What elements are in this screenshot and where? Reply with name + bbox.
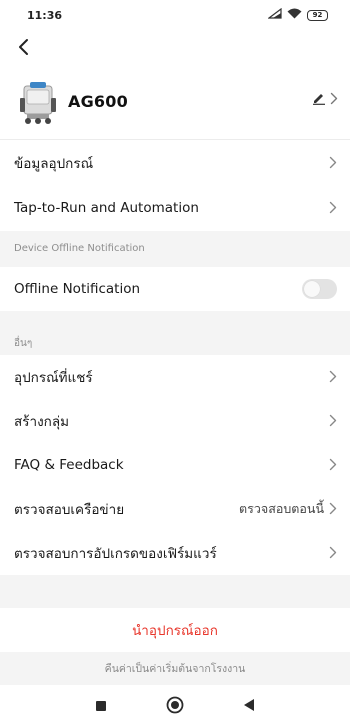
network-check-value: ตรวจสอบตอนนี้	[239, 501, 324, 516]
wifi-icon	[287, 8, 302, 22]
chevron-right-icon	[329, 544, 337, 563]
status-bar: 11:36 92	[0, 0, 350, 30]
chevron-right-icon	[329, 456, 337, 475]
remove-device-button[interactable]: นำอุปกรณ์ออก	[0, 608, 350, 652]
chevron-right-icon	[329, 154, 337, 173]
tap-to-run-row[interactable]: Tap-to-Run and Automation	[0, 186, 350, 230]
section-header-offline: Device Offline Notification	[0, 231, 350, 267]
firmware-check-row[interactable]: ตรวจสอบการอัปเกรดของเฟิร์มแวร์	[0, 531, 350, 575]
home-circle-icon	[166, 696, 184, 718]
offline-notification-toggle[interactable]	[302, 279, 337, 299]
firmware-check-label: ตรวจสอบการอัปเกรดของเฟิร์มแวร์	[14, 546, 217, 562]
system-nav-bar	[0, 685, 350, 728]
shared-devices-label: อุปกรณ์ที่แชร์	[14, 370, 93, 386]
offline-notification-row: Offline Notification	[0, 267, 350, 311]
triangle-back-icon	[243, 697, 255, 716]
offline-notification-label: Offline Notification	[14, 281, 141, 297]
shared-devices-row[interactable]: อุปกรณ์ที่แชร์	[0, 355, 350, 399]
divider	[0, 139, 350, 140]
nav-bar	[0, 32, 350, 66]
chevron-right-icon	[329, 368, 337, 387]
create-group-label: สร้างกลุ่ม	[14, 414, 70, 430]
faq-feedback-row[interactable]: FAQ & Feedback	[0, 443, 350, 487]
network-check-right: ตรวจสอบตอนนี้	[239, 499, 337, 519]
recent-apps-button[interactable]	[92, 698, 110, 716]
section-title-offline: Device Offline Notification	[14, 243, 145, 254]
faq-feedback-label: FAQ & Feedback	[14, 457, 124, 473]
home-button[interactable]	[166, 696, 184, 718]
device-info-label: ข้อมูลอุปกรณ์	[14, 156, 94, 172]
device-thumbnail	[18, 80, 58, 126]
network-check-label: ตรวจสอบเครือข่าย	[14, 502, 125, 518]
network-check-row[interactable]: ตรวจสอบเครือข่าย ตรวจสอบตอนนี้	[0, 487, 350, 531]
back-button[interactable]	[10, 34, 36, 64]
status-icons: 92	[267, 7, 328, 22]
pencil-icon	[312, 90, 326, 109]
chevron-right-icon	[330, 90, 338, 109]
section-title-other: อื่นๆ	[14, 338, 33, 349]
create-group-row[interactable]: สร้างกลุ่ม	[0, 399, 350, 443]
tap-to-run-label: Tap-to-Run and Automation	[14, 200, 199, 216]
battery-icon: 92	[307, 9, 328, 21]
edit-name-button[interactable]	[312, 90, 338, 109]
factory-reset-button[interactable]: คืนค่าเป็นค่าเริ่มต้นจากโรงงาน	[0, 652, 350, 685]
square-icon	[95, 697, 107, 716]
section-header-other: อื่นๆ	[0, 311, 350, 355]
device-name: AG600	[68, 92, 128, 111]
chevron-left-icon	[17, 38, 29, 60]
system-back-button[interactable]	[240, 698, 258, 716]
chevron-right-icon	[329, 412, 337, 431]
device-header[interactable]: AG600	[0, 76, 350, 132]
signal-icon	[267, 7, 282, 22]
device-info-row[interactable]: ข้อมูลอุปกรณ์	[0, 141, 350, 185]
section-spacer	[0, 575, 350, 608]
status-time: 11:36	[27, 8, 63, 22]
chevron-right-icon	[329, 500, 337, 519]
chevron-right-icon	[329, 199, 337, 218]
toggle-knob	[304, 281, 320, 297]
